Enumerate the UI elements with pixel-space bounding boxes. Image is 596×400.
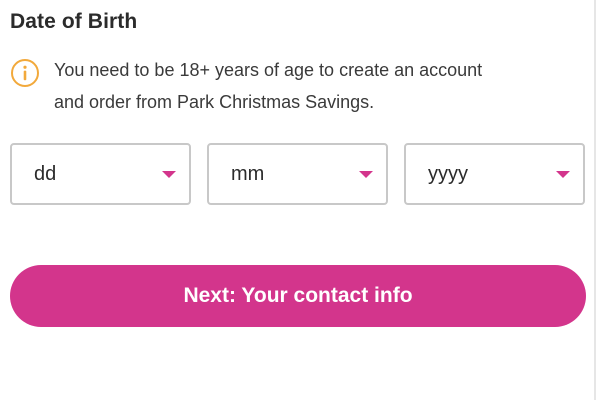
date-of-birth-page: Date of Birth You need to be 18+ years o… [0,0,596,400]
caret-down-icon [556,171,570,178]
day-select-value: dd [34,163,57,185]
notice-text-line-1: You need to be 18+ years of age to creat… [54,60,483,80]
info-icon [11,59,39,87]
date-of-birth-selects: dd mm yyyy [10,143,586,205]
notice-text: You need to be 18+ years of age to creat… [54,54,482,118]
age-requirement-notice: You need to be 18+ years of age to creat… [10,54,580,118]
month-select[interactable]: mm [207,143,388,205]
year-select[interactable]: yyyy [404,143,585,205]
next-contact-info-button[interactable]: Next: Your contact info [10,265,586,327]
year-select-value: yyyy [428,163,468,185]
day-select[interactable]: dd [10,143,191,205]
caret-down-icon [162,171,176,178]
month-select-value: mm [231,163,265,185]
caret-down-icon [359,171,373,178]
section-title: Date of Birth [10,10,138,33]
notice-text-line-2: and order from Park Christmas Savings. [54,92,375,112]
